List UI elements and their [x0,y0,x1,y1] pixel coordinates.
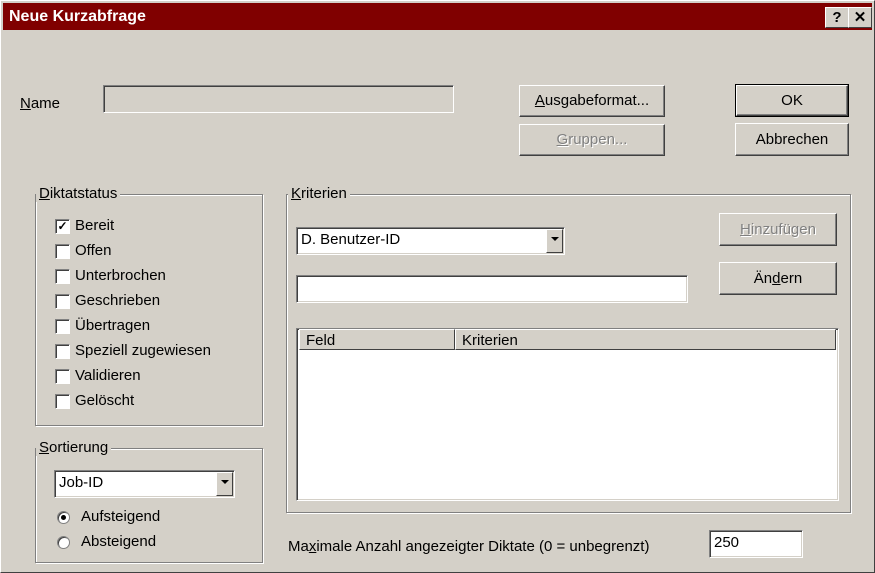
checkbox-geloescht[interactable] [55,394,70,409]
dialog-window: Neue Kurzabfrage ? ✕ Name Ausgabeformat.… [0,0,875,573]
close-button[interactable]: ✕ [848,7,872,28]
ausgabeformat-button[interactable]: Ausgabeformat... [519,85,665,117]
max-count-input[interactable]: 250 [709,530,803,558]
radio-label: Aufsteigend [81,508,161,525]
sortierung-legend: Sortierung [36,439,112,456]
max-count-label: Maximale Anzahl angezeigter Diktate (0 =… [288,538,650,555]
checkbox-bereit[interactable]: ✓ [55,219,70,234]
checkbox-label: Offen [75,242,112,259]
checkbox-label: Übertragen [75,317,151,334]
checkbox-label: Bereit [75,217,115,234]
column-header-kriterien[interactable]: Kriterien [455,329,836,350]
chevron-down-icon[interactable] [546,229,563,253]
checkbox-label: Geschrieben [75,292,161,309]
gruppen-button[interactable]: Gruppen... [519,124,665,156]
checkbox-label: Speziell zugewiesen [75,342,211,359]
name-input[interactable] [103,85,454,113]
hinzufuegen-button[interactable]: Hinzufügen [719,213,837,246]
diktatstatus-legend: Diktatstatus [36,185,121,202]
checkbox-label: Unterbrochen [75,267,166,284]
checkbox-geschrieben[interactable] [55,294,70,309]
kriterien-legend: Kriterien [288,185,350,202]
aendern-button[interactable]: Ändern [719,262,837,295]
checkbox-offen[interactable] [55,244,70,259]
checkbox-validieren[interactable] [55,369,70,384]
checkbox-speziell-zugewiesen[interactable] [55,344,70,359]
name-label: Name [20,95,61,112]
feld-dropdown[interactable]: D. Benutzer-ID [296,227,565,255]
kriterien-table[interactable]: Feld Kriterien [296,328,839,501]
checkbox-uebertragen[interactable] [55,319,70,334]
radio-absteigend[interactable] [57,536,70,549]
checkbox-label: Gelöscht [75,392,135,409]
checkbox-label: Validieren [75,367,141,384]
kriterien-value-input[interactable] [296,275,688,303]
help-button[interactable]: ? [825,7,849,28]
abbrechen-button[interactable]: Abbrechen [735,123,849,156]
title-bar[interactable]: Neue Kurzabfrage ? ✕ [3,3,872,30]
radio-aufsteigend[interactable] [57,511,70,524]
sortierung-selected: Job-ID [59,474,104,491]
chevron-down-icon[interactable] [216,472,233,496]
checkbox-unterbrochen[interactable] [55,269,70,284]
ok-button[interactable]: OK [735,84,849,117]
radio-label: Absteigend [81,533,157,550]
sortierung-dropdown[interactable]: Job-ID [54,470,235,498]
feld-selected: D. Benutzer-ID [301,231,401,248]
window-title: Neue Kurzabfrage [9,8,146,25]
column-header-feld[interactable]: Feld [299,329,455,350]
max-count-value: 250 [714,534,740,551]
